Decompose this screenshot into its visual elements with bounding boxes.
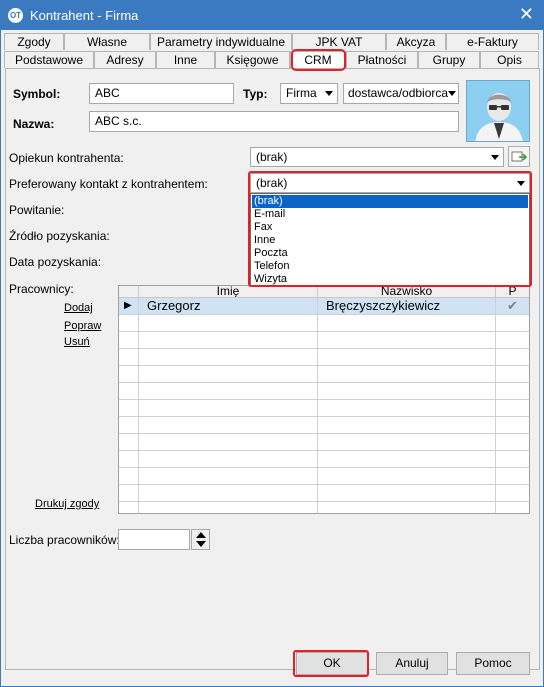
tab-podstawowe[interactable]: Podstawowe [4,51,94,68]
table-row[interactable] [119,451,529,468]
chevron-down-icon [491,155,499,160]
dodaj-link[interactable]: Dodaj [64,302,93,314]
spin-down-icon[interactable] [196,541,206,547]
pracownicy-label: Pracownicy: [9,282,74,296]
symbol-label: Symbol: [13,87,61,101]
symbol-field[interactable]: ABC [89,83,234,104]
contractor-avatar-icon[interactable] [466,80,530,142]
tab-inne[interactable]: Inne [156,51,215,68]
powitanie-label: Powitanie: [9,203,65,217]
data-pozyskania-label: Data pozyskania: [9,255,102,269]
pomoc-button[interactable]: Pomoc [456,652,530,675]
table-row[interactable] [119,315,529,332]
usun-link[interactable]: Usuń [64,336,90,348]
table-row[interactable] [119,400,529,417]
column-header-nazwisko[interactable]: Nazwisko [318,286,496,298]
anuluj-button[interactable]: Anuluj [376,652,448,675]
popraw-link[interactable]: Popraw [64,320,101,332]
zrodlo-label: Źródło pozyskania: [9,229,110,243]
table-row[interactable] [119,485,529,502]
cell-nazwisko[interactable]: Bręczyszczykiewicz [318,298,496,314]
close-icon[interactable]: ✕ [519,4,534,25]
tab-row-top: Zgody Własne Parametry indywidualne JPK … [1,33,543,51]
tab-e-faktury[interactable]: e-Faktury [446,33,539,50]
crm-tab-highlight [291,49,346,71]
tab-jpk-vat[interactable]: JPK VAT [292,33,386,50]
tab-grupy[interactable]: Grupy [418,51,480,68]
tab-adresy[interactable]: Adresy [94,51,156,68]
preferowany-highlight [248,171,532,287]
preferowany-label: Preferowany kontakt z kontrahentem: [9,177,208,191]
table-row[interactable]: ▶ Grzegorz Bręczyszczykiewicz ✔ [119,298,529,315]
table-row[interactable] [119,417,529,434]
table-row[interactable] [119,383,529,400]
tab-parametry-indywidualne[interactable]: Parametry indywidualne [150,33,292,50]
tab-akcyza[interactable]: Akcyza [386,33,446,50]
ok-highlight [293,650,369,677]
window-title: Kontrahent - Firma [30,8,139,23]
person-silhouette-icon [467,81,529,141]
table-row[interactable] [119,434,529,451]
column-header-p[interactable]: P [496,286,529,298]
cell-imie[interactable]: Grzegorz [139,298,318,314]
tab-platnosci[interactable]: Płatności [346,51,418,68]
liczba-pracownikow-input[interactable] [118,529,190,550]
typ-select-value: Firma [286,86,317,100]
window: OT Kontrahent - Firma ✕ Zgody Własne Par… [0,0,544,687]
row-pointer-icon: ▶ [119,298,139,314]
tab-zgody[interactable]: Zgody [4,33,64,50]
tab-row-bottom: Podstawowe Adresy Inne Księgowe CRM Płat… [1,51,543,69]
liczba-spinner[interactable] [191,529,210,550]
chevron-down-icon [325,91,333,96]
card-arrow-icon [511,151,528,162]
typ-label: Typ: [243,87,268,101]
app-icon: OT [8,8,23,23]
table-row[interactable] [119,349,529,366]
check-icon[interactable]: ✔ [496,298,529,314]
typ2-select[interactable]: dostawca/odbiorca [343,83,459,104]
row-indicator-header [119,286,139,298]
opiekun-label: Opiekun kontrahenta: [9,151,124,165]
column-header-imie[interactable]: Imię [139,286,318,298]
table-row[interactable] [119,332,529,349]
tab-opis[interactable]: Opis [480,51,539,68]
tab-ksiegowe[interactable]: Księgowe [215,51,290,68]
drukuj-zgody-link[interactable]: Drukuj zgody [35,498,99,510]
spin-up-icon[interactable] [196,532,206,538]
opiekun-edit-button[interactable] [508,146,530,167]
nazwa-field[interactable]: ABC s.c. [89,111,459,132]
opiekun-select-value: (brak) [256,150,288,164]
employees-table[interactable]: Imię Nazwisko P ▶ Grzegorz Bręczyszczyki… [118,285,530,514]
opiekun-select[interactable]: (brak) [250,147,504,167]
chevron-down-icon [448,91,456,96]
table-row[interactable] [119,366,529,383]
table-row[interactable] [119,468,529,485]
title-bar: OT Kontrahent - Firma ✕ [0,0,544,30]
typ2-select-value: dostawca/odbiorca [348,86,449,100]
tab-wlasne[interactable]: Własne [64,33,150,50]
table-row[interactable] [119,502,529,513]
nazwa-label: Nazwa: [13,117,55,131]
typ-select[interactable]: Firma [280,83,338,104]
liczba-pracownikow-label: Liczba pracowników: [9,533,120,547]
